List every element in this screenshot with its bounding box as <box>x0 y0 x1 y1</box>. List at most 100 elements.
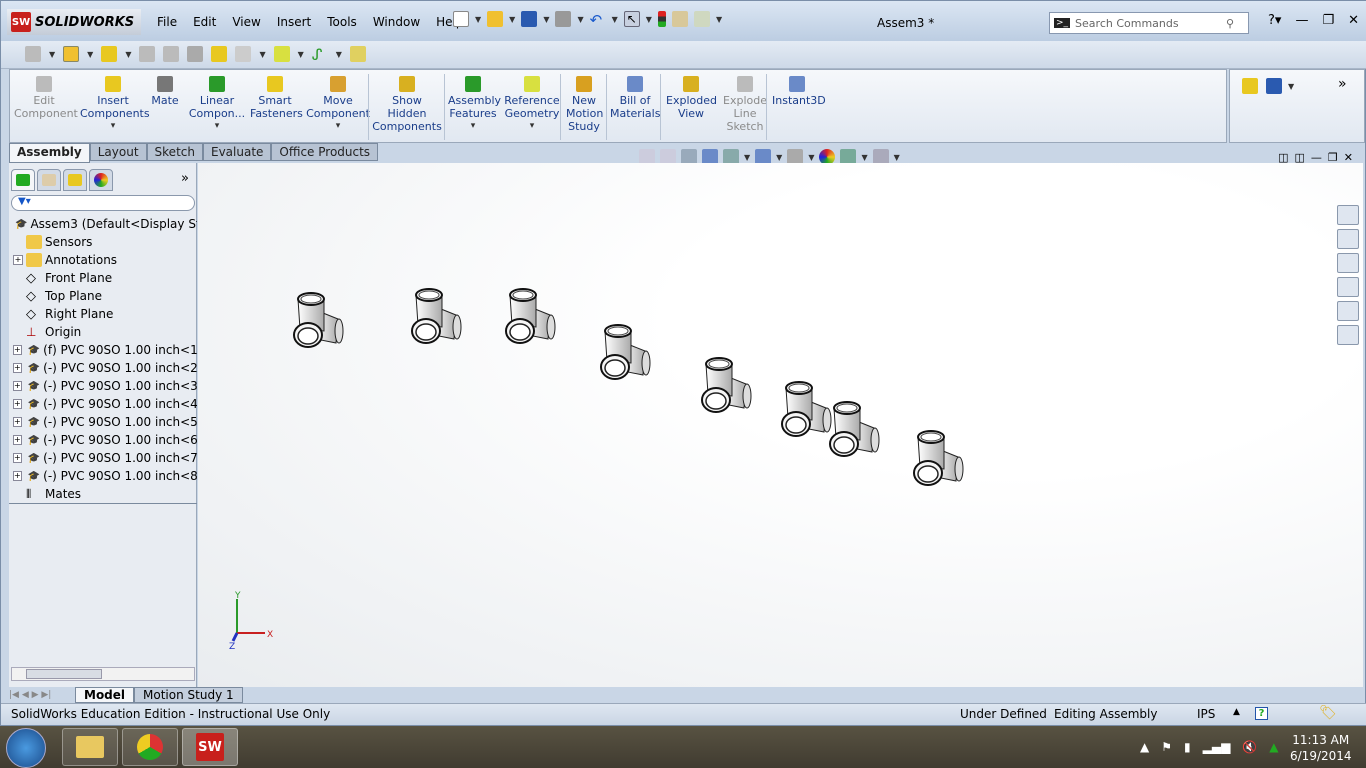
explorer-taskbar-button[interactable] <box>62 728 118 766</box>
expand-icon[interactable]: + <box>13 417 22 427</box>
expand-icon[interactable]: + <box>13 381 22 391</box>
pvc-elbow-fitting[interactable] <box>913 430 964 486</box>
explode-line-sketch-button[interactable]: Explode Line Sketch <box>720 76 770 133</box>
graphics-area[interactable] <box>198 163 1363 687</box>
rebuild-icon[interactable] <box>657 11 666 27</box>
tab-sketch[interactable]: Sketch <box>146 143 203 161</box>
component-icon[interactable] <box>63 46 80 62</box>
dropdown-icon[interactable]: ▼ <box>577 15 583 24</box>
linear-compon-button[interactable]: Linear Compon... ▾ <box>188 76 246 133</box>
dropdown-arrow-icon[interactable]: ▾ <box>80 120 146 133</box>
tree-item-front-plane[interactable]: ◇ Front Plane <box>9 269 197 287</box>
solidworks-resources-icon[interactable] <box>1337 205 1359 225</box>
tab-evaluate[interactable]: Evaluate <box>202 143 272 161</box>
reference-geometry-button[interactable]: Reference Geometry ▾ <box>502 76 562 133</box>
dropdown-icon[interactable]: ▼ <box>716 15 722 24</box>
expand-icon[interactable]: + <box>13 255 23 265</box>
view-orientation-icon[interactable] <box>1242 78 1258 94</box>
unit-system[interactable]: IPS <box>1197 707 1215 721</box>
scroll-thumb[interactable] <box>26 669 102 679</box>
tree-item-mates[interactable]: ⦀ Mates <box>9 485 197 503</box>
pvc-elbow-fitting[interactable] <box>701 357 752 413</box>
tree-item-pvc-90so-1-00-inch-6[interactable]: + 🎓 (-) PVC 90SO 1.00 inch<6> <box>9 431 197 449</box>
edit-component-button[interactable]: Edit Component <box>14 76 78 120</box>
menu-insert[interactable]: Insert <box>269 15 319 29</box>
curve-icon[interactable]: ᔑ <box>312 46 328 64</box>
fastener-icon[interactable] <box>211 46 228 62</box>
minimize-button[interactable]: — <box>1295 13 1308 28</box>
show-hidden-icons[interactable]: ▲ <box>1140 740 1149 754</box>
reference-geometry-icon[interactable] <box>273 46 290 62</box>
dropdown-icon[interactable]: ▼ <box>612 15 618 24</box>
assembly-features-button[interactable]: Assembly Features ▾ <box>448 76 501 133</box>
pvc-elbow-fitting[interactable] <box>505 288 556 344</box>
select-icon[interactable]: ↖ <box>623 11 640 27</box>
action-center-flag-icon[interactable]: ⚑ <box>1161 740 1172 754</box>
solidworks-taskbar-button[interactable]: SW <box>182 728 238 766</box>
solid-icon[interactable] <box>163 46 180 62</box>
solidworks-logo[interactable]: SW SOLIDWORKS <box>7 9 141 35</box>
tab-layout[interactable]: Layout <box>89 143 147 161</box>
menu-window[interactable]: Window <box>365 15 428 29</box>
new-motion-study-button[interactable]: New Motion Study <box>566 76 603 133</box>
dropdown-arrow-icon[interactable]: ▾ <box>448 120 498 133</box>
tab-scroll-arrows[interactable]: |◀ ◀ ▶ ▶| <box>9 690 75 700</box>
tree-item-pvc-90so-1-00-inch-4[interactable]: + 🎓 (-) PVC 90SO 1.00 inch<4> <box>9 395 197 413</box>
horizontal-scrollbar[interactable] <box>11 667 195 681</box>
help-question-icon[interactable]: ? <box>1255 707 1268 720</box>
help-icon[interactable]: ?▾ <box>1268 13 1281 28</box>
network-signal-icon[interactable]: ▂▄▆ <box>1203 740 1231 754</box>
view-palette-icon[interactable] <box>1337 277 1359 297</box>
search-icon[interactable]: ⚲ <box>1226 17 1234 30</box>
units-arrow-icon[interactable]: ▲ <box>1233 707 1240 717</box>
google-drive-icon[interactable]: ▲ <box>1269 740 1278 754</box>
dropdown-arrow-icon[interactable]: ▾ <box>306 120 370 133</box>
restore-button[interactable]: ❐ <box>1322 13 1334 28</box>
dropdown-icon[interactable]: ▼ <box>646 15 652 24</box>
tab-office-products[interactable]: Office Products <box>271 143 379 161</box>
expand-icon[interactable]: + <box>13 435 22 445</box>
undo-icon[interactable]: ↶ <box>590 11 606 29</box>
menu-view[interactable]: View <box>224 15 268 29</box>
tree-item-sensors[interactable]: Sensors <box>9 233 197 251</box>
volume-muted-icon[interactable]: 🔇 <box>1242 740 1257 754</box>
appearances-icon[interactable] <box>1337 301 1359 321</box>
file-explorer-icon[interactable] <box>1337 253 1359 273</box>
expand-icon[interactable]: + <box>13 363 22 373</box>
battery-icon[interactable]: ▮ <box>1184 740 1191 754</box>
close-button[interactable]: ✕ <box>1348 13 1359 28</box>
menu-tools[interactable]: Tools <box>319 15 365 29</box>
open-icon[interactable] <box>487 11 504 27</box>
tag-icon[interactable]: 🏷 <box>1319 705 1337 721</box>
pvc-elbow-fitting[interactable] <box>293 292 344 348</box>
expand-icon[interactable]: + <box>13 453 22 463</box>
pvc-elbow-fitting[interactable] <box>829 401 880 457</box>
dropdown-icon[interactable]: ▼ <box>543 15 549 24</box>
tree-filter[interactable]: ▼▾ <box>11 195 195 211</box>
insert-part-icon[interactable] <box>101 46 118 62</box>
expand-icon[interactable]: + <box>13 399 22 409</box>
tab-assembly[interactable]: Assembly <box>9 143 90 163</box>
file-properties-icon[interactable] <box>671 11 688 27</box>
pvc-elbow-fitting[interactable] <box>600 324 651 380</box>
tree-item-top-plane[interactable]: ◇ Top Plane <box>9 287 197 305</box>
pvc-elbow-fitting[interactable] <box>781 381 832 437</box>
dropdown-arrow-icon[interactable]: ▾ <box>188 120 246 133</box>
shaded-icon[interactable] <box>187 46 204 62</box>
assembly-model[interactable] <box>198 163 1363 687</box>
instant3d-button[interactable]: Instant3D <box>772 76 826 107</box>
tree-item-pvc-90so-1-00-inch-8[interactable]: + 🎓 (-) PVC 90SO 1.00 inch<8> <box>9 467 197 485</box>
shell-icon[interactable] <box>139 46 156 62</box>
copy-component-icon[interactable] <box>25 46 41 62</box>
save-icon[interactable] <box>521 11 538 27</box>
mate-button[interactable]: Mate <box>150 76 180 107</box>
tree-item-origin[interactable]: ⊥ Origin <box>9 323 197 341</box>
menu-file[interactable]: File <box>149 15 185 29</box>
chrome-taskbar-button[interactable] <box>122 728 178 766</box>
start-button[interactable] <box>6 728 46 768</box>
move-component-button[interactable]: Move Component ▾ <box>306 76 370 133</box>
tree-item-annotations[interactable]: + Annotations <box>9 251 197 269</box>
clock[interactable]: 11:13 AM 6/19/2014 <box>1290 732 1352 764</box>
tree-item-pvc-90so-1-00-inch-5[interactable]: + 🎓 (-) PVC 90SO 1.00 inch<5> <box>9 413 197 431</box>
show-hidden-components-button[interactable]: Show Hidden Components <box>372 76 442 133</box>
